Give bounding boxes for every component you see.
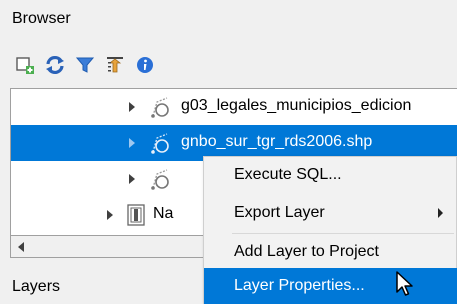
vector-layer-icon <box>147 166 173 197</box>
tree-row-label: Na <box>153 205 174 222</box>
vector-layer-icon <box>147 130 173 161</box>
add-layer-icon[interactable] <box>10 50 40 80</box>
expand-arrow-icon[interactable] <box>129 102 135 112</box>
tree-row[interactable]: g03_legales_municipios_edicion <box>11 89 457 125</box>
mouse-cursor-icon <box>395 270 415 303</box>
filter-icon[interactable] <box>70 50 100 80</box>
database-file-icon <box>125 203 147 232</box>
expand-arrow-icon[interactable] <box>107 210 113 220</box>
menu-item-add-layer-to-project[interactable]: Add Layer to Project <box>204 234 457 270</box>
menu-item-export-layer[interactable]: Export Layer <box>204 195 457 231</box>
context-menu: Execute SQL... Export Layer Add Layer to… <box>203 156 457 304</box>
menu-item-layer-properties[interactable]: Layer Properties... <box>204 268 457 304</box>
scroll-left-icon[interactable] <box>18 242 24 252</box>
tree-row-label: gnbo_sur_tgr_rds2006.shp <box>181 133 373 150</box>
menu-item-label: Layer Properties... <box>234 277 365 294</box>
vector-layer-icon <box>147 94 173 125</box>
browser-panel-title: Browser <box>12 10 71 27</box>
menu-item-label: Add Layer to Project <box>234 243 379 260</box>
horizontal-scrollbar[interactable] <box>10 236 210 258</box>
expand-arrow-icon[interactable] <box>129 138 135 148</box>
tree-row-label: g03_legales_municipios_edicion <box>181 97 412 114</box>
menu-item-label: Execute SQL... <box>234 166 342 183</box>
menu-item-label: Export Layer <box>234 204 325 221</box>
collapse-all-icon[interactable] <box>100 50 130 80</box>
expand-arrow-icon[interactable] <box>129 174 135 184</box>
info-icon[interactable] <box>130 50 160 80</box>
menu-item-execute-sql[interactable]: Execute SQL... <box>204 157 457 193</box>
browser-toolbar <box>0 46 457 86</box>
layers-panel-title: Layers <box>12 278 61 295</box>
refresh-icon[interactable] <box>40 50 70 80</box>
submenu-arrow-icon <box>438 208 443 218</box>
